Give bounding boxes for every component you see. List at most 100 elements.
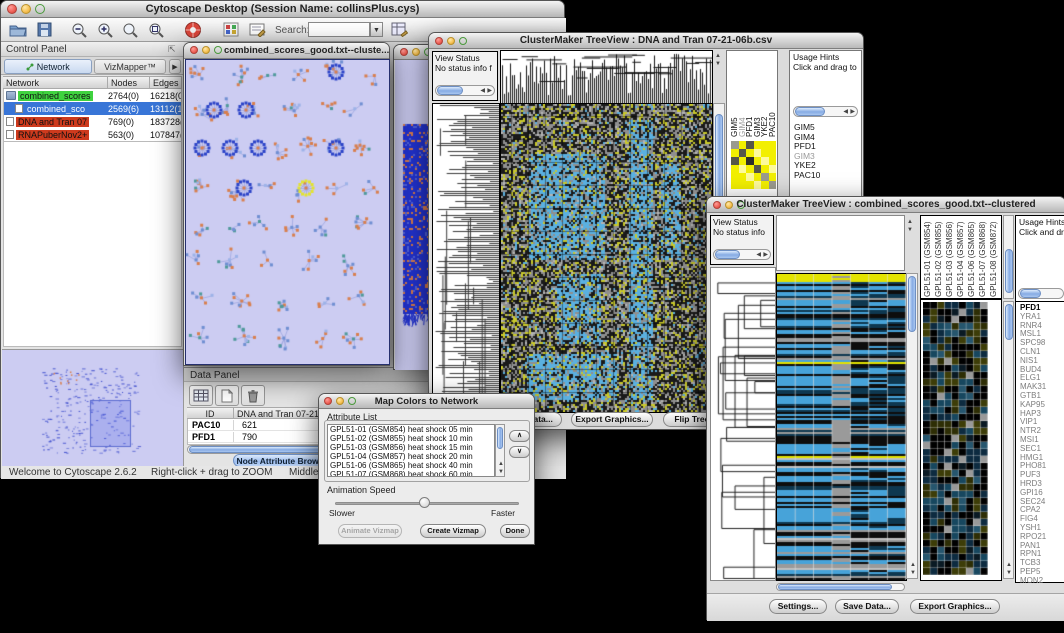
gene-label[interactable]: YSH1: [1020, 524, 1064, 533]
gene-label[interactable]: PEP5: [1020, 568, 1064, 577]
scroll-down-icon[interactable]: ▼: [1006, 570, 1012, 576]
zoom-matrix-cell[interactable]: [761, 149, 769, 157]
treeview-button[interactable]: Export Graphics...: [910, 599, 1000, 614]
zoom-matrix-cell[interactable]: [769, 181, 777, 189]
gene-label[interactable]: CPA2: [1020, 506, 1064, 515]
zoom-matrix-cell[interactable]: [769, 165, 777, 173]
treeview-dna-titlebar[interactable]: ClusterMaker TreeView : DNA and Tran 07-…: [429, 33, 863, 49]
gene-label[interactable]: ELG1: [1020, 374, 1064, 383]
column-dendrogram-area[interactable]: [776, 215, 905, 271]
gene-labels-list[interactable]: PFD1YRA1RNR4MSL1SPC98CLN1NIS1BUD4ELG1MAK…: [1015, 301, 1064, 583]
scroll-up-icon[interactable]: ▲: [910, 562, 916, 568]
zoom-matrix-cell[interactable]: [739, 141, 747, 149]
usage-hints-scrollbar[interactable]: [1018, 288, 1064, 299]
search-input[interactable]: [308, 22, 370, 37]
scroll-up-icon[interactable]: ▲: [498, 461, 504, 467]
zoom-in-icon[interactable]: [97, 22, 114, 43]
zoom-matrix-cell[interactable]: [746, 181, 754, 189]
scroll-down-icon[interactable]: ▼: [910, 570, 916, 576]
gene-label[interactable]: RPO21: [1020, 533, 1064, 542]
zoom-matrix-cell[interactable]: [754, 173, 762, 181]
zoom-matrix-cell[interactable]: [754, 157, 762, 165]
vizmapper-icon[interactable]: [223, 22, 239, 42]
zoom-matrix-cell[interactable]: [739, 149, 747, 157]
gene-label[interactable]: KAP95: [1020, 401, 1064, 410]
gene-label[interactable]: SEC1: [1020, 445, 1064, 454]
gene-label[interactable]: SPC98: [1020, 339, 1064, 348]
save-icon[interactable]: [37, 22, 52, 42]
scroll-left-icon[interactable]: ◀: [756, 252, 761, 258]
float-panel-icon[interactable]: ⇱: [168, 44, 176, 55]
zoom-matrix-cell[interactable]: [754, 165, 762, 173]
treeview-button[interactable]: Save Data...: [835, 599, 899, 614]
search-dropdown-button[interactable]: ▼: [370, 22, 383, 37]
zoom-matrix-cell[interactable]: [746, 141, 754, 149]
global-heatmap-canvas[interactable]: [500, 103, 713, 413]
zoom-matrix-cell[interactable]: [739, 173, 747, 181]
zoom-matrix-cell[interactable]: [731, 149, 739, 157]
gene-label[interactable]: GPI16: [1020, 489, 1064, 498]
zoom-fit-icon[interactable]: [122, 22, 139, 43]
scroll-right-icon[interactable]: ▶: [487, 88, 492, 94]
minimize-button[interactable]: [412, 48, 420, 56]
network-list-item[interactable]: DNA and Tran 07769(0)183728(0): [4, 115, 181, 128]
tab-network[interactable]: Network: [4, 59, 92, 74]
zoom-matrix-cell[interactable]: [739, 157, 747, 165]
view-status-scrollbar[interactable]: ◀ ▶: [713, 249, 771, 260]
gene-label[interactable]: BUD4: [1020, 366, 1064, 375]
attribute-select-icon[interactable]: [189, 385, 213, 406]
help-lifering-icon[interactable]: [184, 21, 202, 44]
zoom-matrix-cell[interactable]: [769, 141, 777, 149]
scroll-up-icon[interactable]: ▲: [907, 219, 913, 225]
column-labels-vscrollbar[interactable]: [1003, 215, 1014, 299]
gene-label[interactable]: MSL1: [1020, 330, 1064, 339]
network-list-item[interactable]: combined_scores2764(0)16218(0): [4, 89, 181, 102]
attribute-browser-icon[interactable]: [391, 22, 408, 42]
view-status-scrollbar[interactable]: ◀ ▶: [435, 85, 495, 96]
attribute-list[interactable]: GPL51-01 (GSM854) heat shock 05 minGPL51…: [327, 424, 495, 477]
zoom-matrix-cell[interactable]: [739, 165, 747, 173]
gene-label[interactable]: HAP3: [1020, 410, 1064, 419]
zoom-matrix-cell[interactable]: [769, 173, 777, 181]
network-view-titlebar[interactable]: combined_scores_good.txt--cluste...: [184, 43, 389, 59]
scroll-right-icon[interactable]: ▶: [763, 252, 768, 258]
tab-vizmapper[interactable]: VizMapper™: [94, 59, 166, 74]
row-dendrogram-canvas[interactable]: [432, 103, 500, 413]
gene-label[interactable]: MON2: [1020, 577, 1064, 586]
birdseye-overview-canvas[interactable]: [2, 349, 183, 466]
attribute-list-item[interactable]: GPL51-04 (GSM857) heat shock 20 min: [330, 453, 492, 462]
zoom-matrix-cell[interactable]: [739, 181, 747, 189]
speed-slider-thumb[interactable]: [419, 497, 430, 508]
zoom-matrix-cell[interactable]: [746, 157, 754, 165]
done-button[interactable]: Done: [500, 524, 530, 538]
zoom-matrix-cell[interactable]: [746, 165, 754, 173]
zoom-matrix-cell[interactable]: [746, 173, 754, 181]
scroll-down-icon[interactable]: ▼: [715, 61, 721, 67]
treeview-button[interactable]: Settings...: [769, 599, 827, 614]
gene-label[interactable]: SEC24: [1020, 498, 1064, 507]
gene-label[interactable]: YRA1: [1020, 313, 1064, 322]
tab-overflow-button[interactable]: ▶: [169, 59, 181, 74]
gene-label[interactable]: RNR4: [1020, 322, 1064, 331]
gene-label[interactable]: TCB3: [1020, 559, 1064, 568]
gene-label[interactable]: RPN1: [1020, 550, 1064, 559]
column-header[interactable]: Edges: [149, 77, 181, 88]
network-list-item[interactable]: combined_sco2569(6)13112(15): [4, 102, 181, 115]
scroll-left-icon[interactable]: ◀: [480, 88, 485, 94]
attribute-list-item[interactable]: GPL51-02 (GSM855) heat shock 10 min: [330, 435, 492, 444]
gene-label[interactable]: HMG1: [1020, 454, 1064, 463]
treeview-button[interactable]: Export Graphics...: [571, 412, 653, 427]
heatmap-hscrollbar[interactable]: [776, 583, 905, 591]
zoom-selected-icon[interactable]: [148, 22, 165, 43]
gene-label[interactable]: MAK31: [1020, 383, 1064, 392]
zoom-matrix-cell[interactable]: [754, 141, 762, 149]
zoom-out-icon[interactable]: [71, 22, 88, 43]
create-vizmap-button[interactable]: Create Vizmap: [420, 524, 486, 538]
open-file-icon[interactable]: [9, 22, 27, 42]
scroll-down-icon[interactable]: ▼: [907, 227, 913, 233]
zoom-vscrollbar[interactable]: ▲ ▼: [1003, 301, 1014, 579]
global-heatmap-canvas[interactable]: [776, 273, 907, 581]
attribute-list-item[interactable]: GPL51-06 (GSM865) heat shock 40 min: [330, 462, 492, 471]
gene-label[interactable]: MSI1: [1020, 436, 1064, 445]
network-list-empty-area[interactable]: [3, 142, 182, 347]
